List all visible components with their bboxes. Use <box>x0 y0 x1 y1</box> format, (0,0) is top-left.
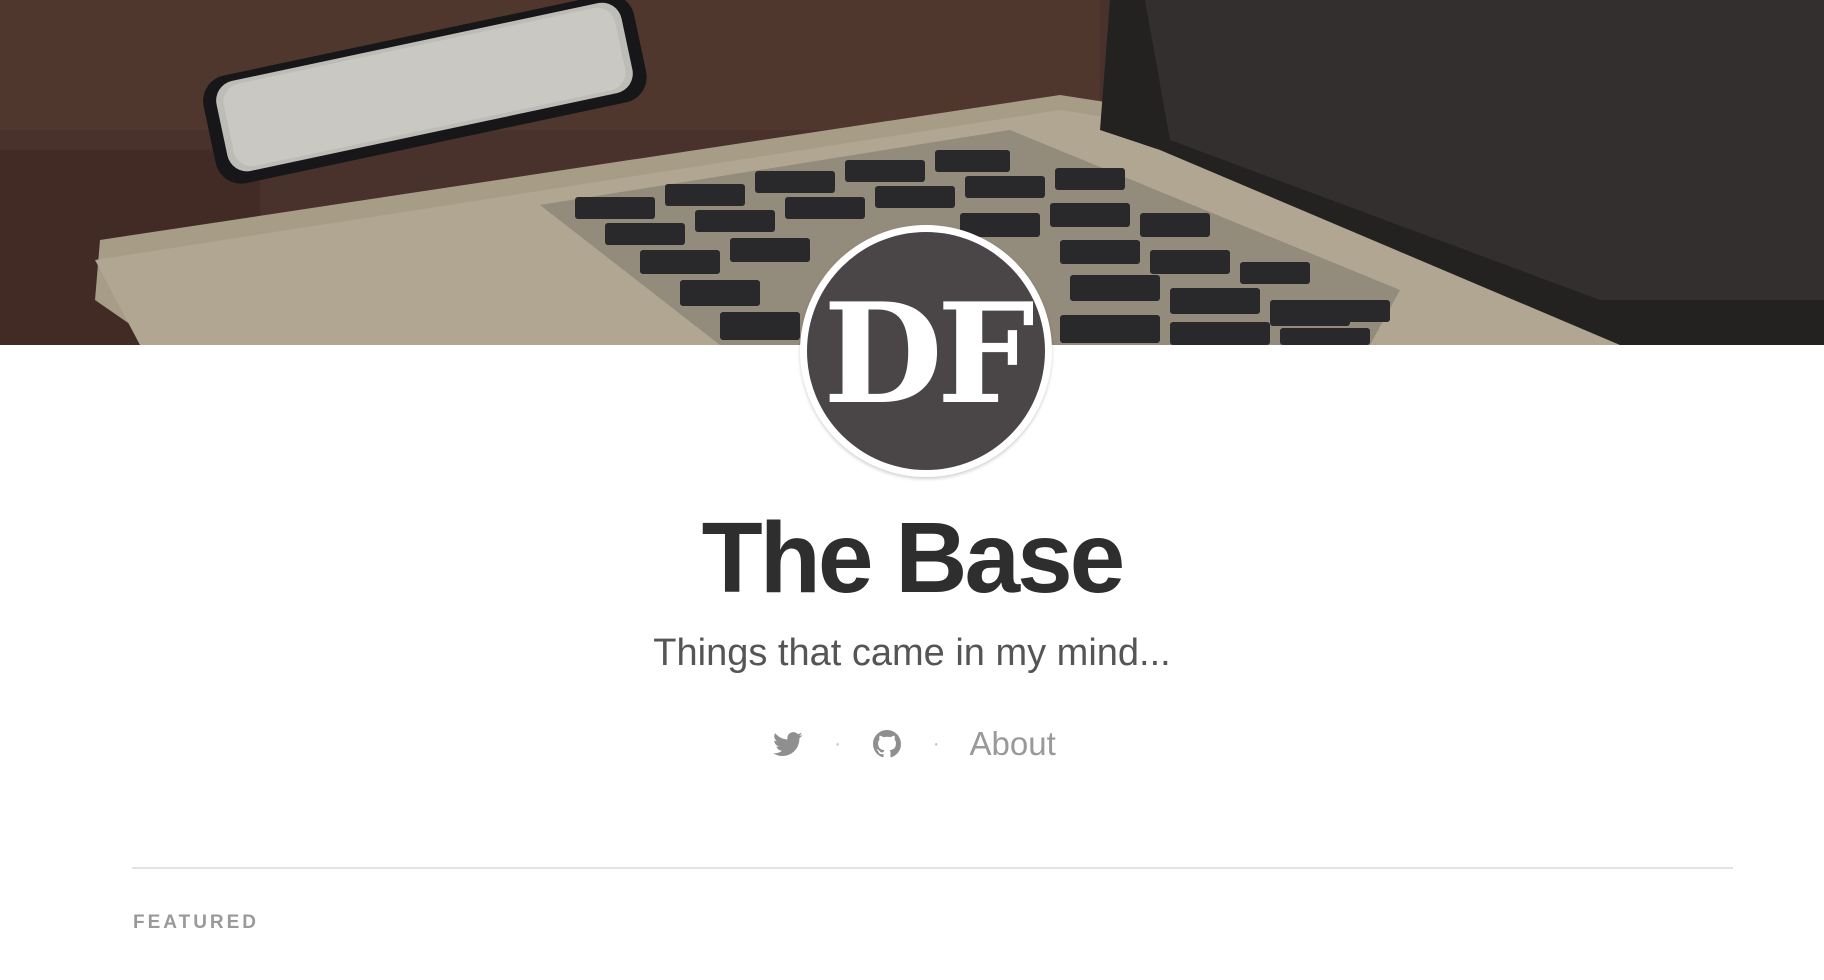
blog-title[interactable]: The Base <box>0 508 1824 608</box>
social-nav: · · About <box>0 724 1824 764</box>
twitter-icon[interactable] <box>768 724 808 764</box>
about-link[interactable]: About <box>970 725 1056 763</box>
avatar-initials: DF <box>823 272 1035 435</box>
section-divider <box>132 867 1733 869</box>
featured-section-label: FEATURED <box>133 912 260 933</box>
github-icon[interactable] <box>867 724 907 764</box>
nav-separator: · <box>834 732 841 755</box>
nav-separator: · <box>932 732 940 755</box>
avatar[interactable]: DF <box>800 225 1052 477</box>
blog-description: Things that came in my mind... <box>653 632 1171 674</box>
avatar-circle: DF <box>807 232 1045 470</box>
